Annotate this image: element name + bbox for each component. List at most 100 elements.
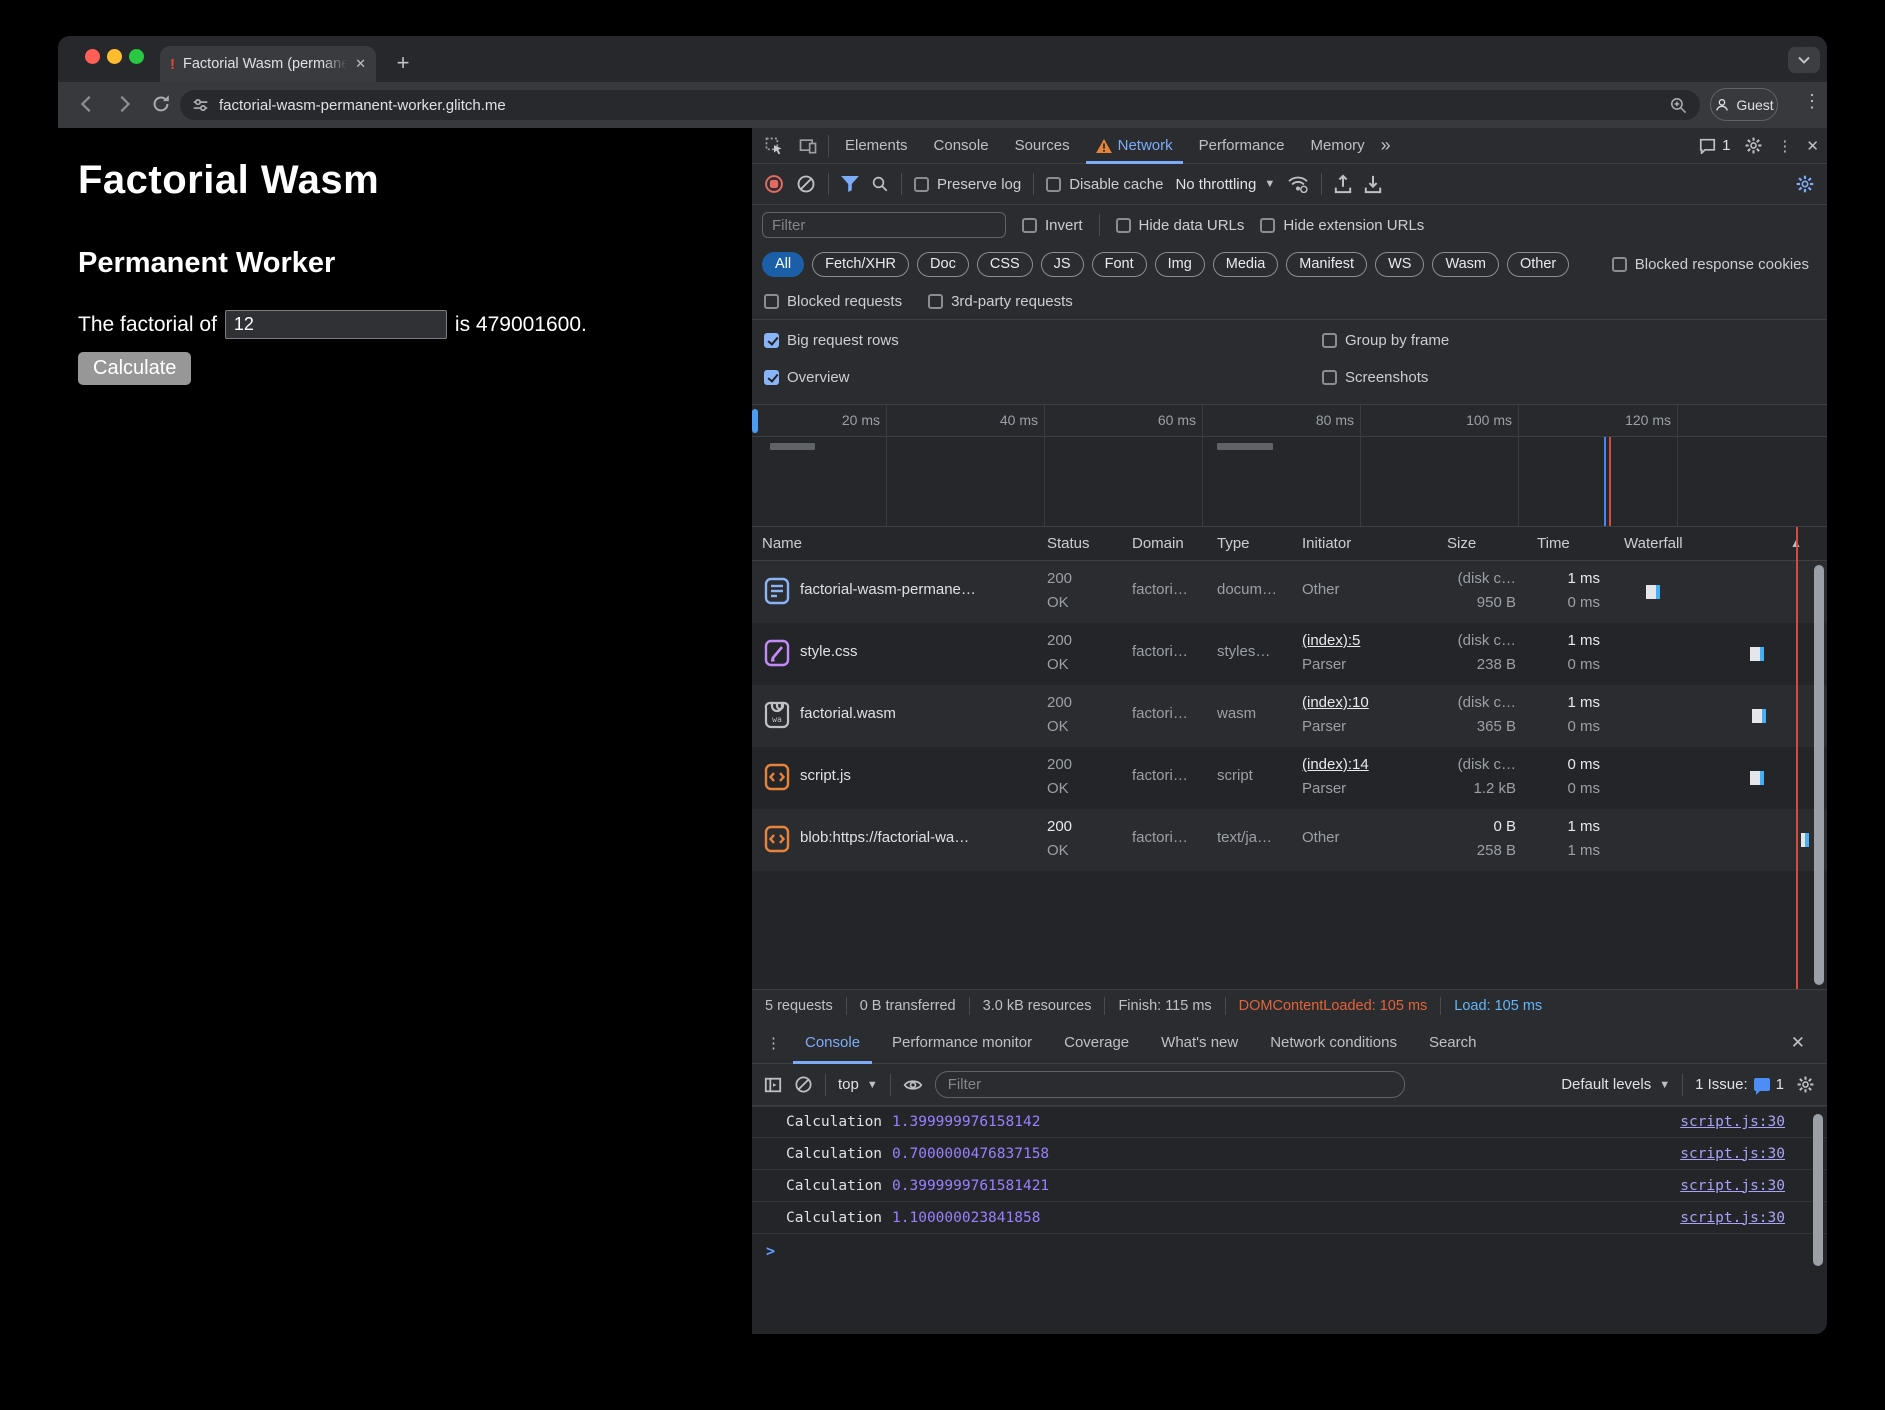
column-type[interactable]: Type bbox=[1217, 535, 1250, 552]
third-party-requests-checkbox[interactable]: 3rd-party requests bbox=[928, 293, 1073, 310]
clear-network-log-icon[interactable] bbox=[796, 174, 816, 194]
preserve-log-checkbox[interactable]: Preserve log bbox=[914, 176, 1021, 193]
console-settings-gear-icon[interactable] bbox=[1796, 1075, 1815, 1094]
type-filter-font[interactable]: Font bbox=[1092, 252, 1147, 277]
type-filter-css[interactable]: CSS bbox=[977, 252, 1033, 277]
import-har-icon[interactable] bbox=[1334, 174, 1352, 194]
drawer-tab-search[interactable]: Search bbox=[1417, 1022, 1489, 1064]
network-filter-input[interactable] bbox=[762, 212, 1006, 238]
context-selector[interactable]: top▼ bbox=[838, 1076, 878, 1093]
column-waterfall[interactable]: Waterfall bbox=[1624, 535, 1683, 552]
request-row-stylesheet[interactable]: style.css 200 OK factori… styles… (index… bbox=[752, 623, 1827, 685]
record-network-log-icon[interactable] bbox=[764, 174, 784, 194]
request-row-document[interactable]: factorial-wasm-permane… 200 OK factori… … bbox=[752, 561, 1827, 623]
console-filter-input[interactable] bbox=[935, 1071, 1405, 1098]
type-filter-other[interactable]: Other bbox=[1507, 252, 1569, 277]
reload-icon[interactable] bbox=[150, 93, 172, 115]
column-initiator[interactable]: Initiator bbox=[1302, 535, 1351, 552]
close-devtools-icon[interactable]: ✕ bbox=[1806, 137, 1819, 155]
source-link[interactable]: script.js:30 bbox=[1680, 1178, 1785, 1194]
forward-icon[interactable] bbox=[113, 93, 135, 115]
console-sidebar-icon[interactable] bbox=[764, 1076, 782, 1094]
tab-memory[interactable]: Memory bbox=[1301, 128, 1375, 164]
console-message[interactable]: Calculation 0.3999999761581421 script.js… bbox=[752, 1170, 1827, 1202]
type-filter-js[interactable]: JS bbox=[1041, 252, 1084, 277]
drawer-tab-console[interactable]: Console bbox=[793, 1022, 872, 1064]
url-text[interactable]: factorial-wasm-permanent-worker.glitch.m… bbox=[219, 97, 1659, 114]
request-row-script[interactable]: script.js 200 OK factori… script (index)… bbox=[752, 747, 1827, 809]
request-row-blob[interactable]: blob:https://factorial-wa… 200 OK factor… bbox=[752, 809, 1827, 871]
type-filter-media[interactable]: Media bbox=[1213, 252, 1279, 277]
type-filter-wasm[interactable]: Wasm bbox=[1432, 252, 1499, 277]
drawer-tab-coverage[interactable]: Coverage bbox=[1052, 1022, 1141, 1064]
new-tab-button[interactable]: + bbox=[388, 48, 418, 78]
close-drawer-icon[interactable]: ✕ bbox=[1791, 1033, 1817, 1053]
tab-network[interactable]: Network bbox=[1086, 128, 1183, 164]
source-link[interactable]: script.js:30 bbox=[1680, 1146, 1785, 1162]
live-expression-eye-icon[interactable] bbox=[903, 1077, 923, 1093]
drawer-tab-performance-monitor[interactable]: Performance monitor bbox=[880, 1022, 1044, 1064]
type-filter-ws[interactable]: WS bbox=[1375, 252, 1424, 277]
initiator-link[interactable]: (index):14 bbox=[1302, 756, 1432, 773]
tab-sources[interactable]: Sources bbox=[1005, 128, 1080, 164]
overview-checkbox[interactable]: Overview bbox=[764, 369, 850, 386]
url-bar[interactable]: factorial-wasm-permanent-worker.glitch.m… bbox=[180, 90, 1700, 120]
filter-funnel-icon[interactable] bbox=[841, 176, 859, 192]
table-scrollbar[interactable] bbox=[1814, 565, 1824, 985]
big-request-rows-checkbox[interactable]: Big request rows bbox=[764, 332, 899, 349]
console-prompt[interactable]: > bbox=[752, 1234, 1827, 1260]
tab-search-chevron-button[interactable] bbox=[1788, 47, 1820, 73]
drawer-menu-icon[interactable]: ⋮ bbox=[762, 1034, 785, 1052]
device-toolbar-icon[interactable] bbox=[798, 136, 818, 156]
throttling-select[interactable]: No throttling▼ bbox=[1175, 176, 1275, 193]
source-link[interactable]: script.js:30 bbox=[1680, 1210, 1785, 1226]
type-filter-fetchxhr[interactable]: Fetch/XHR bbox=[812, 252, 909, 277]
network-settings-gear-icon[interactable] bbox=[1795, 174, 1815, 194]
group-by-frame-checkbox[interactable]: Group by frame bbox=[1322, 332, 1449, 349]
clear-console-icon[interactable] bbox=[794, 1075, 813, 1094]
browser-menu-icon[interactable]: ⋮ bbox=[1803, 91, 1821, 112]
type-filter-manifest[interactable]: Manifest bbox=[1286, 252, 1367, 277]
calculate-button[interactable]: Calculate bbox=[78, 352, 191, 385]
tab-elements[interactable]: Elements bbox=[835, 128, 918, 164]
type-filter-doc[interactable]: Doc bbox=[917, 252, 969, 277]
settings-gear-icon[interactable] bbox=[1744, 136, 1763, 155]
export-har-icon[interactable] bbox=[1364, 174, 1382, 194]
column-domain[interactable]: Domain bbox=[1132, 535, 1184, 552]
profile-chip[interactable]: Guest bbox=[1710, 88, 1778, 121]
hide-extension-urls-checkbox[interactable]: Hide extension URLs bbox=[1260, 217, 1424, 234]
column-name[interactable]: Name bbox=[762, 535, 802, 552]
minimize-window-button[interactable] bbox=[107, 49, 122, 64]
blocked-response-cookies-checkbox[interactable]: Blocked response cookies bbox=[1612, 256, 1817, 273]
blocked-requests-checkbox[interactable]: Blocked requests bbox=[764, 293, 902, 310]
invert-checkbox[interactable]: Invert bbox=[1022, 217, 1083, 234]
hide-data-urls-checkbox[interactable]: Hide data URLs bbox=[1116, 217, 1245, 234]
devtools-menu-icon[interactable]: ⋮ bbox=[1777, 137, 1792, 155]
column-size[interactable]: Size bbox=[1447, 535, 1476, 552]
initiator-link[interactable]: (index):10 bbox=[1302, 694, 1432, 711]
drawer-tab-network-conditions[interactable]: Network conditions bbox=[1258, 1022, 1409, 1064]
drawer-tab-whats-new[interactable]: What's new bbox=[1149, 1022, 1250, 1064]
source-link[interactable]: script.js:30 bbox=[1680, 1114, 1785, 1130]
overview-drag-handle[interactable] bbox=[752, 409, 758, 433]
type-filter-img[interactable]: Img bbox=[1155, 252, 1205, 277]
close-tab-icon[interactable]: ✕ bbox=[355, 56, 366, 72]
browser-tab[interactable]: ! Factorial Wasm (permanent W ✕ bbox=[160, 46, 376, 82]
request-row-wasm[interactable]: wa factorial.wasm 200 OK factori… wasm (… bbox=[752, 685, 1827, 747]
type-filter-all[interactable]: All bbox=[762, 252, 804, 277]
tab-console[interactable]: Console bbox=[924, 128, 999, 164]
column-status[interactable]: Status bbox=[1047, 535, 1090, 552]
issues-chip[interactable]: 1 Issue: 1 bbox=[1695, 1076, 1784, 1093]
issues-counter[interactable]: 1 bbox=[1699, 137, 1730, 154]
factorial-input[interactable] bbox=[225, 310, 447, 339]
tab-performance[interactable]: Performance bbox=[1189, 128, 1295, 164]
site-settings-icon[interactable] bbox=[192, 97, 209, 114]
log-levels-select[interactable]: Default levels▼ bbox=[1561, 1076, 1670, 1093]
console-message[interactable]: Calculation 0.7000000476837158 script.js… bbox=[752, 1138, 1827, 1170]
search-icon[interactable] bbox=[871, 175, 889, 193]
maximize-window-button[interactable] bbox=[129, 49, 144, 64]
network-overview[interactable] bbox=[752, 437, 1827, 527]
network-conditions-icon[interactable] bbox=[1287, 175, 1309, 193]
more-tabs-icon[interactable]: » bbox=[1381, 135, 1391, 156]
zoom-page-icon[interactable] bbox=[1669, 96, 1688, 115]
